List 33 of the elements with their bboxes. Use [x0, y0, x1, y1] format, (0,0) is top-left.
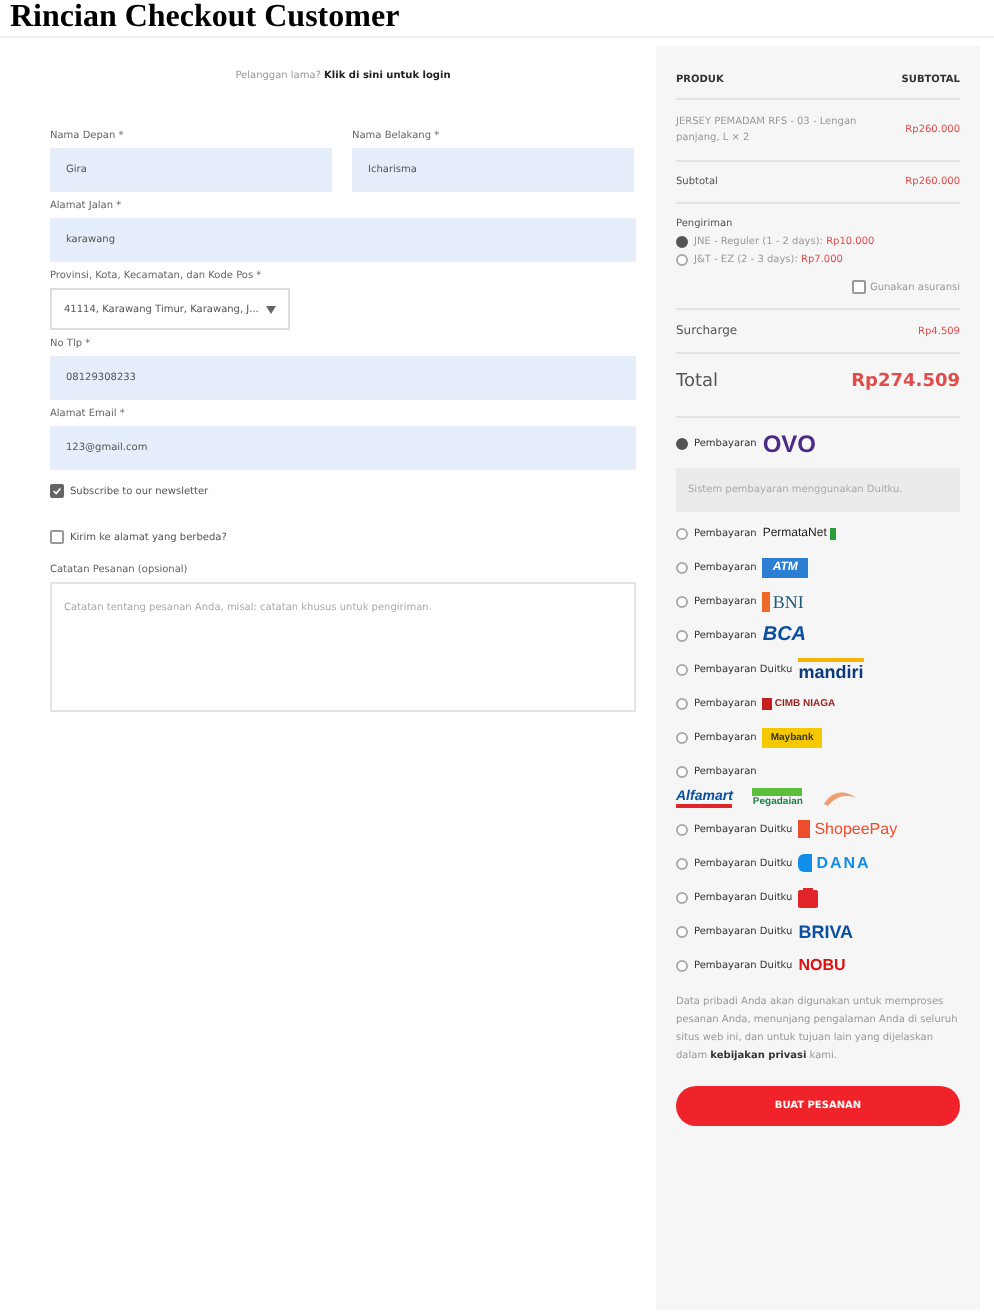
bank-logo: BNI — [762, 591, 804, 611]
radio-button[interactable] — [676, 527, 688, 539]
radio-button[interactable] — [676, 765, 688, 777]
radio-button[interactable] — [676, 595, 688, 607]
checkbox[interactable] — [50, 484, 64, 498]
radio-button[interactable] — [676, 561, 688, 573]
radio-button[interactable] — [676, 437, 688, 449]
bank-logo: NOBU — [798, 956, 846, 974]
checkbox[interactable] — [50, 530, 64, 544]
page-title: Rincian Checkout Customer — [0, 0, 994, 38]
radio-button[interactable] — [676, 925, 688, 937]
radio-button[interactable] — [676, 697, 688, 709]
radio-button[interactable] — [676, 731, 688, 743]
bank-logo: mandiri — [798, 657, 864, 681]
radio-button[interactable] — [676, 236, 688, 248]
total-label: Total — [676, 372, 719, 392]
radio-button[interactable] — [676, 629, 688, 641]
dropdown-icon — [266, 305, 276, 313]
shopping-bag-icon — [798, 886, 819, 908]
bank-logo: OVO — [762, 429, 817, 457]
radio-button[interactable] — [676, 959, 688, 971]
radio-button[interactable] — [676, 857, 688, 869]
radio-button[interactable] — [676, 823, 688, 835]
radio-button[interactable] — [676, 663, 688, 675]
radio-button[interactable] — [676, 891, 688, 903]
bank-logo: ShopeePay — [798, 820, 898, 838]
checkbox[interactable] — [851, 280, 866, 294]
radio-button[interactable] — [676, 254, 688, 266]
bank-logo: DANA — [798, 854, 871, 872]
total-value: Rp274.509 — [851, 372, 960, 392]
bank-logo: BCA — [762, 624, 807, 646]
bank-logo: BRIVA — [798, 921, 854, 941]
bird-logo-icon — [822, 788, 859, 808]
